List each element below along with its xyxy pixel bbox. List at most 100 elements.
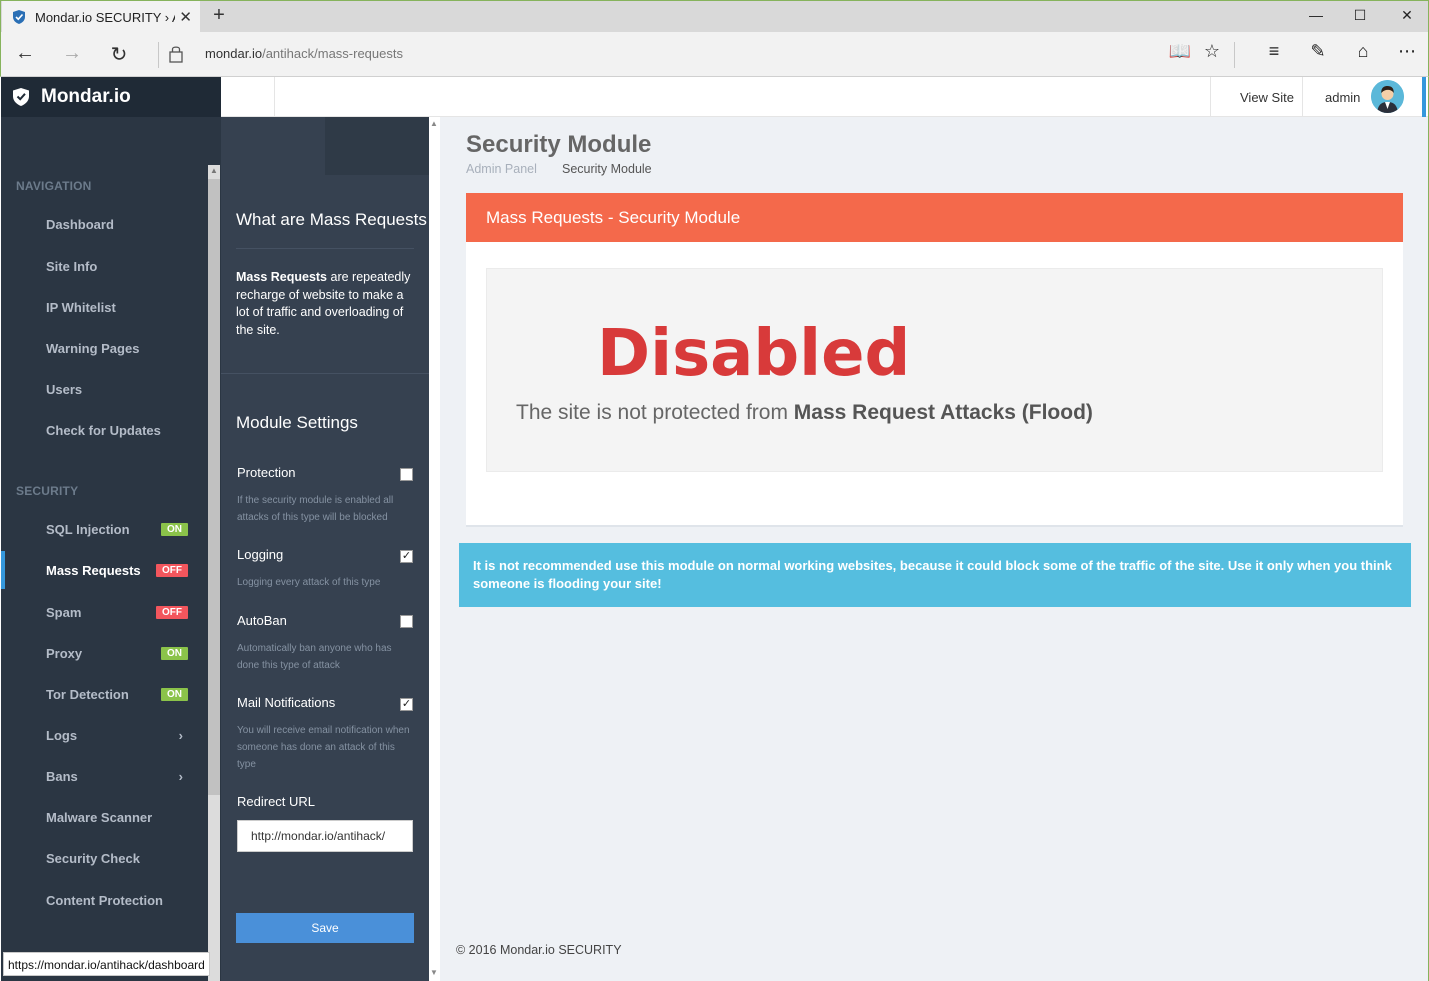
sidebar-item-logs[interactable]: Logs › <box>1 716 208 754</box>
status-badge: OFF <box>156 605 188 619</box>
sidebar: Mondar.io NAVIGATION Dashboard Site Info… <box>1 77 221 981</box>
sidebar-item-label: Content Protection <box>46 892 163 908</box>
mail-notifications-help: You will receive email notification when… <box>237 725 410 770</box>
divider <box>236 248 414 249</box>
sidebar-scrollbar[interactable]: ▲ <box>208 165 220 981</box>
new-tab-icon[interactable]: + <box>207 4 231 27</box>
sidebar-item-users[interactable]: Users <box>1 370 208 408</box>
sidebar-item-spam[interactable]: Spam OFF <box>1 593 208 631</box>
sidebar-item-warning-pages[interactable]: Warning Pages <box>1 329 208 367</box>
breadcrumb-admin-panel[interactable]: Admin Panel <box>466 162 537 176</box>
brand-name: Mondar.io <box>41 86 131 107</box>
sidebar-item-proxy[interactable]: Proxy ON <box>1 634 208 672</box>
sidebar-item-mass-requests[interactable]: Mass Requests OFF <box>1 551 208 589</box>
avatar[interactable] <box>1371 80 1404 113</box>
status-badge: ON <box>161 522 188 536</box>
view-site-link[interactable]: View Site <box>1240 90 1294 105</box>
info-note: It is not recommended use this module on… <box>459 543 1411 607</box>
redirect-url-input[interactable]: http://mondar.io/antihack/ <box>237 820 413 852</box>
shield-favicon-icon <box>13 10 25 24</box>
divider <box>1234 42 1235 68</box>
status-bar-url: https://mondar.io/antihack/dashboard <box>3 952 210 976</box>
sidebar-item-sql-injection[interactable]: SQL Injection ON <box>1 510 208 548</box>
sidebar-item-label: Mass Requests <box>46 562 141 578</box>
status-badge: ON <box>161 646 188 660</box>
sidebar-item-check-updates[interactable]: Check for Updates <box>1 411 208 449</box>
save-button[interactable]: Save <box>236 913 414 943</box>
mail-notifications-label: Mail Notifications <box>237 695 336 710</box>
page-title: Security Module <box>466 131 652 158</box>
share-icon[interactable]: ⌂ <box>1350 41 1376 62</box>
module-settings-heading: Module Settings <box>236 413 358 432</box>
sidebar-item-ip-whitelist[interactable]: IP Whitelist <box>1 288 208 326</box>
sidebar-item-tor-detection[interactable]: Tor Detection ON <box>1 675 208 713</box>
sidebar-item-label: Warning Pages <box>46 340 140 356</box>
sidebar-item-bans[interactable]: Bans › <box>1 757 208 795</box>
sidebar-item-label: SQL Injection <box>46 521 130 537</box>
maximize-icon[interactable]: ☐ <box>1350 7 1370 24</box>
panel-tab[interactable] <box>325 117 429 175</box>
close-tab-icon[interactable]: ✕ <box>179 8 192 26</box>
status-description: The site is not protected from Mass Requ… <box>516 401 1093 425</box>
sidebar-item-dashboard[interactable]: Dashboard <box>1 205 208 243</box>
divider <box>1210 77 1211 117</box>
autoban-help: Automatically ban anyone who has done th… <box>237 643 392 671</box>
sidebar-item-malware-scanner[interactable]: Malware Scanner <box>1 798 208 836</box>
divider <box>221 373 429 374</box>
divider <box>274 77 275 117</box>
section-title-security: SECURITY <box>16 484 79 498</box>
web-note-icon[interactable]: ✎ <box>1305 41 1331 62</box>
sidebar-item-label: Users <box>46 381 83 397</box>
status-disabled: Disabled <box>597 317 911 391</box>
sidebar-item-label: Bans <box>46 768 78 784</box>
status-badge: ON <box>161 687 188 701</box>
sidebar-item-label: Spam <box>46 604 82 620</box>
browser-tab[interactable]: Mondar.io SECURITY › A ✕ <box>2 1 200 33</box>
favorite-star-icon[interactable]: ☆ <box>1199 41 1225 62</box>
sidebar-item-label: Proxy <box>46 645 83 661</box>
forward-icon[interactable]: → <box>58 42 86 65</box>
hub-icon[interactable]: ≡ <box>1261 41 1287 62</box>
reading-view-icon[interactable]: 📖 <box>1167 41 1193 62</box>
close-window-icon[interactable]: ✕ <box>1397 7 1417 24</box>
autoban-checkbox[interactable] <box>400 615 413 628</box>
mail-notifications-checkbox[interactable]: ✓ <box>400 698 413 711</box>
main-content: Security Module Admin Panel Security Mod… <box>440 117 1428 981</box>
scrollbar-thumb[interactable] <box>208 179 220 795</box>
settings-panel: What are Mass Requests Mass Requests are… <box>221 117 429 981</box>
logging-label: Logging <box>237 547 284 562</box>
user-name[interactable]: admin <box>1325 90 1360 105</box>
lock-icon <box>169 46 183 63</box>
info-heading: What are Mass Requests <box>236 210 427 229</box>
chevron-right-icon: › <box>178 768 183 784</box>
scroll-up-icon[interactable]: ▲ <box>210 166 218 175</box>
url-field[interactable]: mondar.io/antihack/mass-requests <box>205 46 403 61</box>
divider <box>1302 77 1303 117</box>
status-text: The site is not protected from <box>516 401 794 424</box>
panel-scrollbar[interactable]: ▲ ▼ <box>429 117 440 981</box>
back-icon[interactable]: ← <box>11 42 39 65</box>
sidebar-item-site-info[interactable]: Site Info <box>1 247 208 285</box>
minimize-icon[interactable]: — <box>1306 7 1326 23</box>
logging-help: Logging every attack of this type <box>237 577 381 588</box>
brand-logo[interactable]: Mondar.io <box>1 77 221 117</box>
scroll-up-icon[interactable]: ▲ <box>430 119 438 128</box>
sidebar-item-label: Check for Updates <box>46 422 161 438</box>
refresh-icon[interactable]: ↻ <box>105 42 133 67</box>
sidebar-menu: NAVIGATION Dashboard Site Info IP Whitel… <box>1 117 208 981</box>
protection-label: Protection <box>237 465 296 480</box>
sidebar-item-security-check[interactable]: Security Check <box>1 839 208 877</box>
sidebar-item-label: Logs <box>46 727 78 743</box>
scroll-accent <box>1422 77 1426 117</box>
logging-checkbox[interactable]: ✓ <box>400 550 413 563</box>
sidebar-item-content-protection[interactable]: Content Protection <box>1 881 208 919</box>
sidebar-item-label: Site Info <box>46 258 98 274</box>
more-icon[interactable]: ⋯ <box>1394 41 1420 62</box>
autoban-label: AutoBan <box>237 613 287 628</box>
browser-tab-bar: Mondar.io SECURITY › A ✕ + — ☐ ✕ <box>0 0 1429 33</box>
address-bar: ← → ↻ mondar.io/antihack/mass-requests 📖… <box>0 32 1429 77</box>
scroll-down-icon[interactable]: ▼ <box>430 968 438 977</box>
module-status-portlet: Mass Requests - Security Module Disabled… <box>466 193 1403 527</box>
status-badge: OFF <box>156 563 188 577</box>
protection-checkbox[interactable] <box>400 468 413 481</box>
